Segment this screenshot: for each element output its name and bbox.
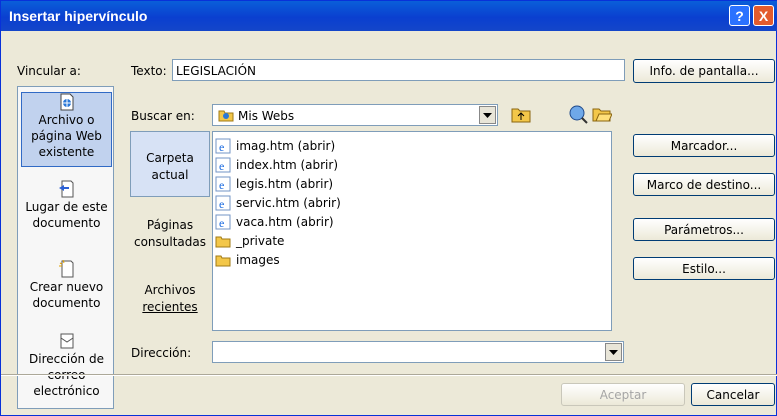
dialog-separator: [1, 374, 777, 376]
style-button[interactable]: Estilo...: [633, 257, 775, 280]
text-input-value: LEGISLACIÓN: [176, 64, 257, 78]
address-label: Dirección:: [131, 346, 192, 360]
ie-icon: e: [215, 157, 231, 173]
link-to-sidebar: Archivo o página Web existente Lugar de …: [17, 86, 114, 409]
browse-web-button[interactable]: [566, 102, 590, 126]
browsed-pages-label-line: consultadas: [133, 235, 207, 249]
cancel-button[interactable]: Cancelar: [691, 383, 775, 406]
browse-web-icon: [569, 105, 588, 124]
browsed-pages-tab[interactable]: Páginas consultadas: [130, 217, 210, 253]
recent-files-tab[interactable]: Archivos recientes: [130, 282, 210, 318]
address-dropdown-button[interactable]: [605, 343, 622, 361]
search-location-value: Mis Webs: [238, 109, 295, 123]
email-icon: [60, 333, 73, 349]
svg-text:e: e: [219, 140, 224, 154]
svg-text:e: e: [219, 159, 224, 173]
sidebar-label-line: electrónico: [33, 384, 100, 398]
svg-text:e: e: [219, 216, 224, 230]
folder-list-item[interactable]: images: [215, 250, 280, 269]
ie-icon: e: [215, 214, 231, 230]
sidebar-label-line: Crear nuevo: [29, 280, 104, 294]
parameters-button[interactable]: Parámetros...: [633, 218, 775, 241]
text-input[interactable]: LEGISLACIÓN: [172, 59, 625, 81]
ie-icon: e: [215, 176, 231, 192]
current-folder-tab[interactable]: Carpeta actual: [130, 131, 210, 197]
recent-files-label-line: Archivos: [144, 283, 196, 297]
web-folder-icon: [218, 110, 234, 122]
link-to-label: Vincular a:: [17, 64, 81, 78]
accept-button[interactable]: Aceptar: [561, 383, 685, 406]
sidebar-item-create-new-document[interactable]: Crear nuevo documento: [21, 260, 112, 316]
chevron-down-icon: [609, 349, 618, 355]
help-button[interactable]: ?: [729, 5, 750, 26]
browse-file-button[interactable]: [590, 102, 614, 126]
file-list-item[interactable]: e legis.htm (abrir): [215, 174, 333, 193]
sidebar-label-line: Archivo o: [38, 113, 95, 127]
folder-name: images: [236, 252, 280, 267]
ie-icon: e: [215, 138, 231, 154]
sidebar-label-line: Dirección de: [29, 352, 104, 366]
file-list: e imag.htm (abrir) e index.htm (abrir) e…: [212, 131, 612, 331]
document-place-icon: [58, 180, 73, 198]
file-list-item[interactable]: e imag.htm (abrir): [215, 136, 335, 155]
sidebar-label-line: página Web: [31, 129, 102, 143]
up-folder-icon: [511, 108, 531, 123]
sidebar-label-line: existente: [38, 145, 95, 159]
sidebar-item-existing-file[interactable]: Archivo o página Web existente: [21, 92, 112, 167]
close-button[interactable]: X: [753, 5, 774, 26]
address-input[interactable]: [212, 341, 624, 363]
search-dropdown-button[interactable]: [479, 106, 496, 124]
current-folder-label-line: Carpeta: [146, 151, 194, 165]
file-name: legis.htm (abrir): [236, 176, 334, 191]
svg-text:e: e: [219, 197, 224, 211]
file-name: vaca.htm (abrir): [236, 214, 334, 229]
recent-files-label-line: recientes: [142, 300, 198, 314]
sidebar-label-line: Lugar de este: [25, 200, 108, 214]
search-location-select[interactable]: Mis Webs: [212, 104, 498, 126]
file-web-icon: [60, 93, 73, 111]
file-name: imag.htm (abrir): [236, 138, 336, 153]
insert-hyperlink-dialog: Insertar hipervínculo ? X Vincular a: Ar…: [0, 0, 777, 416]
up-folder-button[interactable]: [509, 102, 533, 126]
sidebar-item-place-in-document[interactable]: Lugar de este documento: [21, 180, 112, 236]
file-list-item[interactable]: e servic.htm (abrir): [215, 193, 341, 212]
text-label: Texto:: [131, 64, 167, 78]
file-name: index.htm (abrir): [236, 157, 338, 172]
new-document-icon: [58, 260, 73, 278]
search-in-label: Buscar en:: [131, 109, 195, 123]
bookmark-button[interactable]: Marcador...: [633, 134, 775, 157]
folder-icon: [215, 236, 231, 247]
current-folder-label-line: actual: [151, 168, 189, 182]
sidebar-label-line: documento: [32, 216, 101, 230]
target-frame-button[interactable]: Marco de destino...: [633, 173, 775, 196]
screen-info-button[interactable]: Info. de pantalla...: [633, 59, 775, 83]
dialog-title: Insertar hipervínculo: [9, 8, 148, 24]
file-list-item[interactable]: e index.htm (abrir): [215, 155, 338, 174]
file-name: servic.htm (abrir): [236, 195, 341, 210]
ie-icon: e: [215, 195, 231, 211]
sidebar-label-line: documento: [32, 296, 101, 310]
svg-text:e: e: [219, 178, 224, 192]
folder-icon: [215, 255, 231, 266]
folder-list-item[interactable]: _private: [215, 231, 284, 250]
title-bar: Insertar hipervínculo ? X: [1, 1, 777, 31]
places-panel: Carpeta actual Páginas consultadas Archi…: [130, 131, 210, 329]
open-folder-icon: [592, 108, 612, 122]
chevron-down-icon: [483, 112, 492, 118]
browsed-pages-label-line: Páginas: [146, 218, 194, 232]
sidebar-item-email-address[interactable]: Dirección de correo electrónico: [21, 332, 112, 404]
file-list-item[interactable]: e vaca.htm (abrir): [215, 212, 334, 231]
folder-name: _private: [236, 233, 285, 248]
